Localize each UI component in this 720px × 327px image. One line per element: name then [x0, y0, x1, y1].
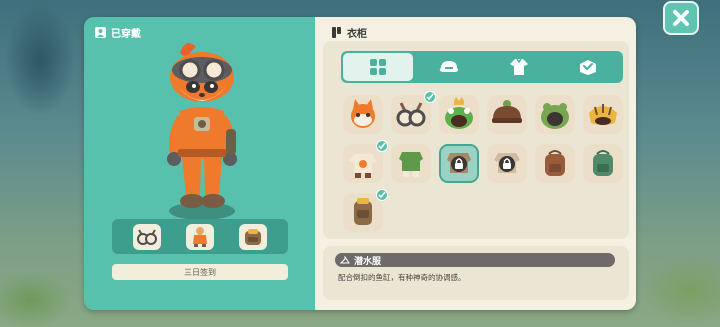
worn-header: 已穿戴	[95, 25, 141, 40]
close-icon	[673, 10, 689, 26]
item-name-bar: 潜水服	[335, 253, 615, 267]
clothes-icon	[509, 58, 528, 75]
wardrobe-dialog: 已穿戴 三日签到 衣柜 潜水服 配合倒扣的鱼缸，有种神奇的协调感。	[84, 17, 636, 310]
item-detail-card: 潜水服 配合倒扣的鱼缸，有种神奇的协调感。	[323, 246, 629, 300]
tiger-mask-item[interactable]	[583, 95, 623, 134]
slot-diving-suit[interactable]	[185, 223, 214, 250]
locked-shirt-item[interactable]	[487, 144, 527, 183]
locked-outfit-icon	[447, 153, 471, 173]
brown-backpack-item[interactable]	[535, 144, 575, 183]
brown-cap-item[interactable]	[487, 95, 527, 134]
tab-grid[interactable]	[343, 53, 413, 81]
locked-outfit-item[interactable]	[439, 144, 479, 183]
goggles-item[interactable]	[391, 91, 436, 134]
tab-clothes[interactable]	[484, 51, 554, 83]
item-description: 配合倒扣的鱼缸，有种神奇的协调感。	[338, 273, 466, 282]
owned-check-badge	[376, 189, 388, 201]
owned-check-badge	[424, 91, 436, 103]
check-icon	[378, 142, 386, 150]
locked-shirt-icon	[494, 153, 520, 173]
green-outfit-icon	[399, 152, 423, 177]
check-icon	[426, 93, 434, 101]
three-day-checkin-button[interactable]: 三日签到	[112, 264, 288, 280]
owned-check-badge	[376, 140, 388, 152]
frog-hood-item[interactable]	[535, 95, 575, 134]
equipped-slots	[112, 219, 288, 254]
item-name: 潜水服	[354, 256, 382, 267]
diving-suit-icon	[192, 226, 207, 247]
tank-backpack-item[interactable]	[343, 189, 388, 232]
wardrobe-title: 衣柜	[347, 29, 367, 40]
goggles-icon	[136, 228, 157, 245]
close-button[interactable]	[663, 1, 699, 35]
green-backpack-icon	[593, 150, 613, 176]
orange-shirt-item[interactable]	[343, 140, 388, 183]
slot-backpack[interactable]	[239, 223, 268, 250]
fox-face-icon	[351, 99, 375, 128]
tab-hat[interactable]	[415, 51, 485, 83]
tiger-mask-icon	[589, 104, 617, 125]
box-icon	[580, 60, 597, 75]
hanger-icon	[340, 256, 350, 264]
green-backpack-item[interactable]	[583, 144, 623, 183]
grid-icon	[369, 59, 386, 75]
worn-title: 已穿戴	[111, 29, 141, 40]
frog-hood-icon	[541, 103, 569, 129]
slot-goggles[interactable]	[132, 223, 161, 250]
worn-panel: 已穿戴 三日签到	[84, 17, 315, 310]
check-icon	[378, 191, 386, 199]
character-figure	[167, 43, 237, 220]
frog-crown-hat-item[interactable]	[439, 95, 479, 134]
brown-cap-icon	[492, 100, 522, 123]
brown-backpack-icon	[545, 150, 565, 176]
backpack-icon	[245, 228, 262, 245]
frog-crown-icon	[445, 97, 473, 129]
green-outfit-item[interactable]	[391, 144, 431, 183]
tab-accessory[interactable]	[554, 51, 624, 83]
hat-icon	[439, 61, 459, 72]
wardrobe-icon	[332, 27, 341, 38]
wardrobe-header: 衣柜	[332, 25, 367, 40]
wardrobe-panel: 衣柜 潜水服 配合倒扣的鱼缸，有种神奇的协调感。	[315, 17, 636, 310]
category-tabs	[341, 51, 623, 83]
person-icon	[95, 27, 106, 38]
item-grid-card	[323, 41, 629, 239]
fox-face-item[interactable]	[343, 95, 383, 134]
